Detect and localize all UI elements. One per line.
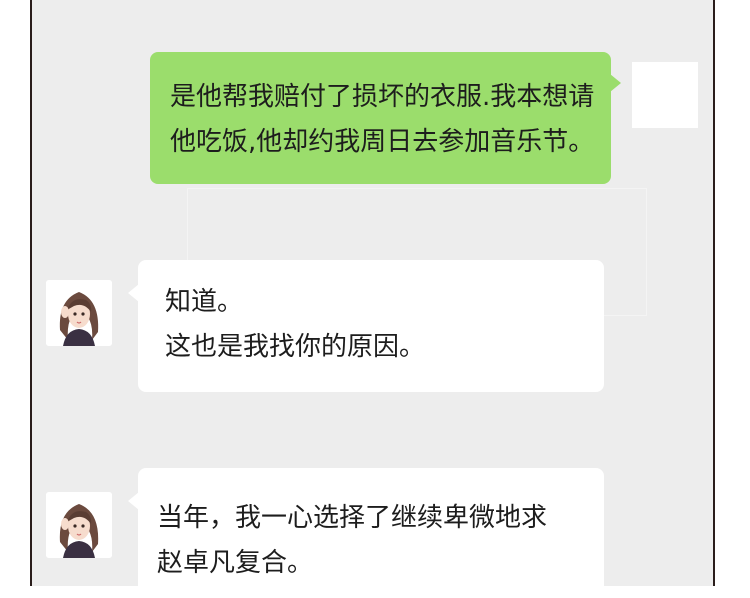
- message-bubble-received-1[interactable]: 知道。 这也是我找你的原因。: [128, 260, 604, 392]
- message-bubble-sent-1[interactable]: 是他帮我赔付了损坏的衣服.我本想请 他吃饭,他却约我周日去参加音乐节。: [150, 52, 621, 184]
- message-text-line: 是他帮我赔付了损坏的衣服.我本想请: [170, 82, 595, 112]
- my-avatar[interactable]: [632, 62, 698, 128]
- message-text-line: 他吃饭,他却约我周日去参加音乐节。: [170, 127, 595, 157]
- message-text-line: 赵卓凡复合。: [157, 548, 314, 578]
- girl-portrait-icon: [46, 492, 112, 558]
- message-text-line: 知道。: [165, 287, 244, 317]
- girl-portrait-icon: [46, 280, 112, 346]
- message-bubble-received-2[interactable]: 当年，我一心选择了继续卑微地求 赵卓凡复合。: [128, 468, 604, 598]
- message-text-line: 这也是我找你的原因。: [165, 332, 426, 362]
- friend-avatar[interactable]: [46, 280, 112, 346]
- friend-avatar[interactable]: [46, 492, 112, 558]
- message-text-line: 当年，我一心选择了继续卑微地求: [157, 503, 548, 533]
